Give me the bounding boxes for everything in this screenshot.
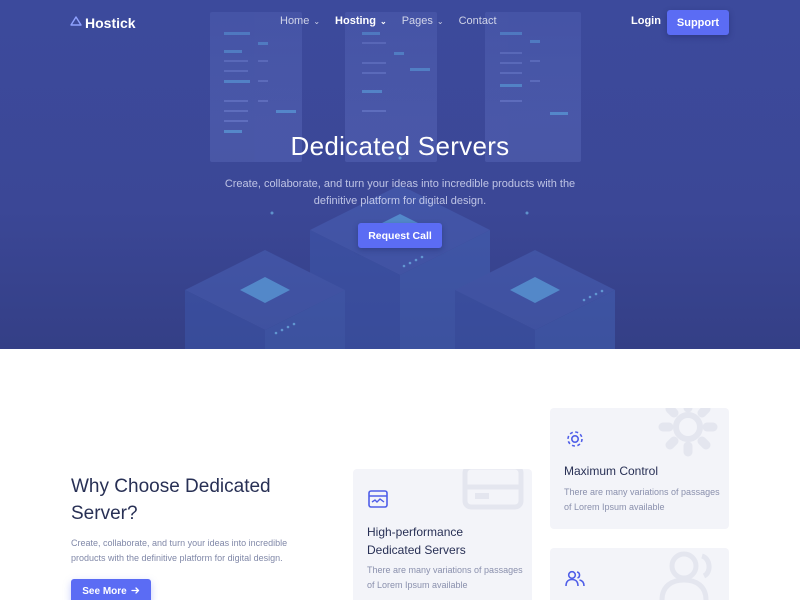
server-bg-icon	[461, 469, 525, 518]
gear-bg-icon	[655, 408, 721, 465]
feature-text: There are many variations of passages of…	[564, 487, 720, 512]
hero-section: Hostick Home ⌄ Hosting ⌄ Pages ⌄ Contact…	[0, 0, 800, 349]
nav-item-label: Home	[280, 15, 310, 27]
navbar: Hostick Home ⌄ Hosting ⌄ Pages ⌄ Contact…	[0, 0, 800, 44]
section-description: Create, collaborate, and turn your ideas…	[71, 538, 288, 563]
nav-item-hosting[interactable]: Hosting ⌄	[335, 15, 387, 27]
main-menu: Home ⌄ Hosting ⌄ Pages ⌄ Contact	[280, 15, 497, 27]
feature-title: High-performance Dedicated Servers	[367, 525, 466, 557]
nav-item-label: Contact	[458, 15, 497, 27]
arrow-right-icon	[131, 586, 140, 598]
cloud-icon	[70, 14, 82, 32]
see-more-button[interactable]: See More	[71, 579, 151, 600]
nav-item-label: Pages	[401, 15, 433, 27]
users-icon	[564, 568, 586, 595]
feature-title: Maximum Control	[564, 464, 659, 478]
support-button[interactable]: Support	[667, 10, 729, 35]
brand-name: Hostick	[85, 15, 136, 31]
feature-card-high-performance: High-performance Dedicated Servers There…	[353, 469, 532, 600]
login-link[interactable]: Login	[631, 15, 661, 27]
nav-item-home[interactable]: Home ⌄	[280, 15, 320, 27]
chevron-down-icon: ⌄	[313, 17, 321, 26]
nav-item-contact[interactable]: Contact	[459, 15, 497, 27]
chevron-down-icon: ⌄	[436, 17, 444, 26]
section-title: Why Choose Dedicated Server?	[71, 476, 271, 524]
hero-subtitle: Create, collaborate, and turn your ideas…	[224, 178, 576, 207]
chevron-down-icon: ⌄	[380, 17, 387, 26]
gear-icon	[564, 428, 586, 455]
feature-card-maximum-control: Maximum Control There are many variation…	[550, 408, 729, 529]
feature-card-users	[550, 548, 729, 600]
monitor-icon	[367, 489, 389, 516]
users-bg-icon	[658, 548, 724, 600]
server-illustration	[0, 0, 800, 349]
nav-item-pages[interactable]: Pages ⌄	[402, 15, 444, 27]
request-call-button[interactable]: Request Call	[358, 223, 442, 248]
see-more-label: See More	[82, 586, 127, 597]
feature-text: There are many variations of passages of…	[367, 565, 523, 590]
page-title: Dedicated Servers	[290, 131, 510, 161]
brand-logo[interactable]: Hostick	[70, 14, 136, 32]
nav-item-label: Hosting	[335, 15, 376, 27]
